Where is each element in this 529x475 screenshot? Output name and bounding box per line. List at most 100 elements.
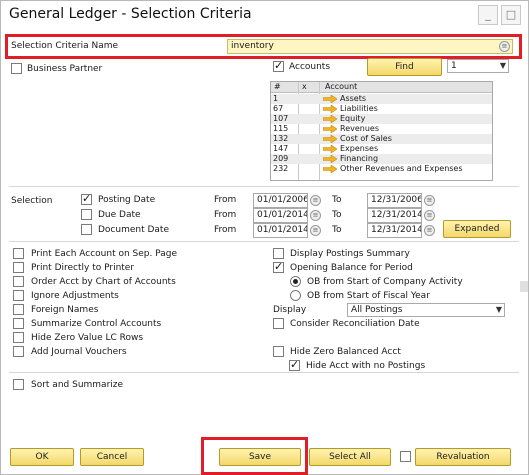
title-bar: General Ledger - Selection Criteria _ □ xyxy=(1,1,528,31)
posting-date-checkbox[interactable] xyxy=(81,192,92,205)
hide-zero-lc-checkbox[interactable] xyxy=(13,332,24,343)
order-acct-checkbox[interactable] xyxy=(13,276,24,287)
summarize-control-label: Summarize Control Accounts xyxy=(31,319,162,329)
grid-row[interactable]: 132 Cost of Sales xyxy=(271,134,492,144)
grid-row-number: 132 xyxy=(273,134,289,143)
ob-fiscal-radio[interactable] xyxy=(290,290,301,301)
grid-row-account: Cost of Sales xyxy=(340,134,392,143)
grid-row-number: 1 xyxy=(273,94,279,103)
find-select[interactable]: 1 ▼ xyxy=(447,59,509,73)
ok-button[interactable]: OK xyxy=(10,448,74,466)
summarize-control-checkbox[interactable] xyxy=(13,318,24,329)
cancel-button[interactable]: Cancel xyxy=(80,448,144,466)
to-label: To xyxy=(332,195,342,205)
grid-row-number: 107 xyxy=(273,114,289,123)
select-all-button[interactable]: Select All xyxy=(309,448,391,466)
hide-zero-balanced-label: Hide Zero Balanced Acct xyxy=(290,347,401,357)
posting-date-label: Posting Date xyxy=(98,195,156,205)
opening-balance-checkbox[interactable] xyxy=(273,260,284,273)
grid-row-account: Expenses xyxy=(340,144,379,153)
display-select[interactable]: All Postings ▼ xyxy=(347,303,505,317)
sort-summarize-checkbox[interactable] xyxy=(13,379,24,390)
general-ledger-window: General Ledger - Selection Criteria _ □ … xyxy=(0,0,529,475)
opening-balance-label: Opening Balance for Period xyxy=(290,263,413,273)
hide-zero-lc-label: Hide Zero Value LC Rows xyxy=(31,333,144,343)
grid-row-account: Liabilities xyxy=(340,104,378,113)
grid-row[interactable]: 107 Equity xyxy=(271,114,492,124)
arrow-right-icon xyxy=(323,95,337,103)
grid-row-number: 232 xyxy=(273,164,289,173)
maximize-button[interactable]: □ xyxy=(501,5,521,25)
ignore-adjustments-checkbox[interactable] xyxy=(13,290,24,301)
calendar-icon[interactable]: ≡ xyxy=(424,195,435,206)
foreign-names-label: Foreign Names xyxy=(31,305,99,315)
due-date-label: Due Date xyxy=(98,210,141,220)
arrow-right-icon xyxy=(323,115,337,123)
grid-row[interactable]: 1 Assets xyxy=(271,94,492,104)
grid-header: # x Account xyxy=(271,82,492,93)
expanded-button[interactable]: Expanded xyxy=(443,220,511,238)
due-date-from-field[interactable]: 01/01/2014 xyxy=(253,208,308,223)
ob-company-label: OB from Start of Company Activity xyxy=(307,277,463,287)
arrow-right-icon xyxy=(323,125,337,133)
grid-row[interactable]: 147 Expenses xyxy=(271,144,492,154)
print-directly-label: Print Directly to Printer xyxy=(31,263,135,273)
document-date-from-field[interactable]: 01/01/2014 xyxy=(253,223,308,238)
business-partner-label: Business Partner xyxy=(27,64,103,74)
grid-header-number: # xyxy=(274,82,281,91)
ob-company-radio[interactable] xyxy=(290,276,301,287)
display-postings-summary-label: Display Postings Summary xyxy=(290,249,410,259)
consider-reconciliation-label: Consider Reconciliation Date xyxy=(290,319,420,329)
calendar-icon[interactable]: ≡ xyxy=(310,225,321,236)
order-acct-label: Order Acct by Chart of Accounts xyxy=(31,277,176,287)
grid-row[interactable]: 115 Revenues xyxy=(271,124,492,134)
hide-zero-balanced-checkbox[interactable] xyxy=(273,346,284,357)
chevron-down-icon: ▼ xyxy=(499,61,506,70)
grid-row[interactable]: 67 Liabilities xyxy=(271,104,492,114)
print-directly-checkbox[interactable] xyxy=(13,262,24,273)
document-date-to-field[interactable]: 12/31/2014 xyxy=(367,223,422,238)
arrow-right-icon xyxy=(323,135,337,143)
due-date-to-field[interactable]: 12/31/2014 xyxy=(367,208,422,223)
divider xyxy=(9,241,519,242)
foreign-names-checkbox[interactable] xyxy=(13,304,24,315)
print-each-account-checkbox[interactable] xyxy=(13,248,24,259)
grid-row[interactable]: 232 Other Revenues and Expenses xyxy=(271,164,492,174)
posting-date-to-field[interactable]: 12/31/2006 xyxy=(367,193,422,208)
calendar-icon[interactable]: ≡ xyxy=(310,210,321,221)
posting-date-from-field[interactable]: 01/01/2006 xyxy=(253,193,308,208)
find-select-value: 1 xyxy=(451,61,457,71)
from-label: From xyxy=(214,225,237,235)
selection-label: Selection xyxy=(11,196,53,206)
find-button[interactable]: Find xyxy=(367,58,442,76)
add-journal-vouchers-label: Add Journal Vouchers xyxy=(31,347,127,357)
grid-row-number: 67 xyxy=(273,104,284,113)
add-journal-vouchers-checkbox[interactable] xyxy=(13,346,24,357)
arrow-right-icon xyxy=(323,145,337,153)
business-partner-checkbox[interactable] xyxy=(11,63,22,74)
save-highlight-box xyxy=(201,437,308,475)
print-each-account-label: Print Each Account on Sep. Page xyxy=(31,249,178,259)
accounts-checkbox[interactable] xyxy=(273,59,284,72)
hide-no-postings-checkbox[interactable] xyxy=(289,358,300,371)
calendar-icon[interactable]: ≡ xyxy=(310,195,321,206)
calendar-icon[interactable]: ≡ xyxy=(424,225,435,236)
minimize-button[interactable]: _ xyxy=(478,5,498,25)
grid-row-account: Assets xyxy=(340,94,367,103)
due-date-checkbox[interactable] xyxy=(81,209,92,220)
to-label: To xyxy=(332,225,342,235)
scrollbar-thumb[interactable] xyxy=(520,281,528,292)
display-postings-summary-checkbox[interactable] xyxy=(273,248,284,259)
document-date-checkbox[interactable] xyxy=(81,224,92,235)
chevron-down-icon: ▼ xyxy=(495,305,502,314)
grid-row-account: Other Revenues and Expenses xyxy=(340,164,463,173)
revaluation-checkbox[interactable] xyxy=(400,451,411,462)
grid-row[interactable]: 209 Financing xyxy=(271,154,492,164)
accounts-grid: # x Account 1 Assets 67 Liabilities 107 … xyxy=(270,81,493,181)
grid-row-number: 147 xyxy=(273,144,289,153)
ob-fiscal-label: OB from Start of Fiscal Year xyxy=(307,291,430,301)
calendar-icon[interactable]: ≡ xyxy=(424,210,435,221)
revaluation-button[interactable]: Revaluation xyxy=(415,448,511,466)
accounts-label: Accounts xyxy=(289,62,331,72)
consider-reconciliation-checkbox[interactable] xyxy=(273,318,284,329)
